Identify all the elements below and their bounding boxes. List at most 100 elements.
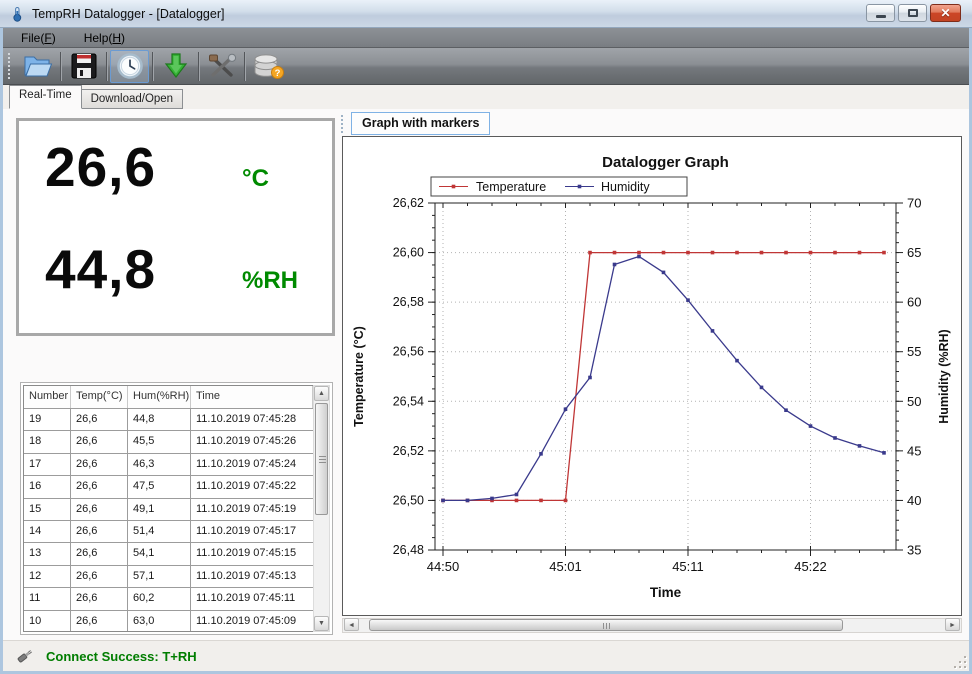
datalogger-chart: Datalogger Graph26,4826,5026,5226,5426,5… xyxy=(343,137,961,615)
toolbar-separator xyxy=(244,52,245,81)
maximize-icon xyxy=(908,9,918,17)
svg-text:26,52: 26,52 xyxy=(393,444,424,458)
svg-text:26,60: 26,60 xyxy=(393,246,424,260)
realtime-clock-button[interactable] xyxy=(110,50,149,83)
tab-download-open[interactable]: Download/Open xyxy=(82,89,183,109)
table-cell: 11.10.2019 07:45:28 xyxy=(191,409,313,430)
table-row[interactable]: 1826,645,511.10.2019 07:45:26 xyxy=(24,431,313,453)
chart-scrollbar-thumb[interactable] xyxy=(369,619,843,631)
humidity-value: 44,8 xyxy=(45,237,156,301)
temperature-unit: °C xyxy=(242,165,308,193)
svg-text:26,54: 26,54 xyxy=(393,394,424,408)
chart-panel: Datalogger Graph26,4826,5026,5226,5426,5… xyxy=(342,136,962,616)
app-icon xyxy=(9,6,25,22)
svg-text:45:11: 45:11 xyxy=(672,559,704,574)
resize-grip[interactable] xyxy=(954,656,966,668)
svg-text:26,50: 26,50 xyxy=(393,493,424,507)
minimize-button[interactable] xyxy=(866,4,895,22)
toolbar: ? xyxy=(3,48,969,85)
svg-text:35: 35 xyxy=(907,543,921,558)
main-content: 26,6 °C 44,8 %RH NumberTemp(°C)Hum(%RH)T… xyxy=(3,109,969,640)
table-cell: 11.10.2019 07:45:24 xyxy=(191,454,313,475)
table-header-row: NumberTemp(°C)Hum(%RH)Time xyxy=(24,386,313,409)
svg-text:44:50: 44:50 xyxy=(427,559,460,574)
toolbar-grip[interactable] xyxy=(8,53,13,79)
table-row[interactable]: 1926,644,811.10.2019 07:45:28 xyxy=(24,409,313,431)
column-header[interactable]: Hum(%RH) xyxy=(128,386,191,408)
svg-text:Datalogger Graph: Datalogger Graph xyxy=(602,154,729,171)
clock-icon xyxy=(115,52,145,80)
connector-plug-icon xyxy=(16,647,35,665)
svg-text:?: ? xyxy=(274,68,280,79)
save-button[interactable] xyxy=(64,50,103,83)
table-cell: 11.10.2019 07:45:22 xyxy=(191,476,313,497)
table-cell: 17 xyxy=(24,454,71,475)
menu-item-help[interactable]: Help(H) xyxy=(84,31,125,45)
tools-icon xyxy=(206,52,238,80)
graph-toolbar: Graph with markers xyxy=(341,112,490,135)
table-cell: 54,1 xyxy=(128,543,191,564)
table-scrollbar[interactable]: ▲ ▼ xyxy=(313,385,330,632)
toolbar-separator xyxy=(106,52,107,81)
table-row[interactable]: 1426,651,411.10.2019 07:45:17 xyxy=(24,521,313,543)
svg-text:26,56: 26,56 xyxy=(393,345,424,359)
table-row[interactable]: 1326,654,111.10.2019 07:45:15 xyxy=(24,543,313,565)
scroll-down-icon[interactable]: ▼ xyxy=(314,616,329,631)
svg-text:45:22: 45:22 xyxy=(794,559,827,574)
table-scrollbar-thumb[interactable] xyxy=(315,403,328,515)
table-cell: 26,6 xyxy=(71,431,128,452)
graph-toolbar-grip[interactable] xyxy=(341,115,345,133)
open-file-button[interactable] xyxy=(18,50,57,83)
table-row[interactable]: 1226,657,111.10.2019 07:45:13 xyxy=(24,566,313,588)
table-cell: 11.10.2019 07:45:17 xyxy=(191,521,313,542)
svg-text:45: 45 xyxy=(907,443,921,458)
scroll-right-icon[interactable]: ► xyxy=(945,618,960,631)
close-icon: ✕ xyxy=(940,6,950,20)
table-row[interactable]: 1126,660,211.10.2019 07:45:11 xyxy=(24,588,313,610)
column-header[interactable]: Number xyxy=(24,386,71,408)
table-cell: 47,5 xyxy=(128,476,191,497)
svg-text:50: 50 xyxy=(907,394,921,409)
column-header[interactable]: Temp(°C) xyxy=(71,386,128,408)
table-row[interactable]: 1026,663,011.10.2019 07:45:09 xyxy=(24,611,313,632)
status-message: Connect Success: T+RH xyxy=(46,649,197,664)
table-cell: 46,3 xyxy=(128,454,191,475)
table-cell: 45,5 xyxy=(128,431,191,452)
download-button[interactable] xyxy=(156,50,195,83)
table-cell: 44,8 xyxy=(128,409,191,430)
table-cell: 26,6 xyxy=(71,409,128,430)
table-cell: 60,2 xyxy=(128,588,191,609)
humidity-series-line xyxy=(443,257,884,501)
graph-with-markers-button[interactable]: Graph with markers xyxy=(351,112,490,135)
app-window: TempRH Datalogger - [Datalogger] ✕ File(… xyxy=(0,0,972,674)
table-row[interactable]: 1626,647,511.10.2019 07:45:22 xyxy=(24,476,313,498)
window-title: TempRH Datalogger - [Datalogger] xyxy=(32,7,224,21)
table-cell: 11.10.2019 07:45:19 xyxy=(191,499,313,520)
table-cell: 26,6 xyxy=(71,476,128,497)
table-cell: 49,1 xyxy=(128,499,191,520)
svg-text:60: 60 xyxy=(907,295,921,310)
table-row[interactable]: 1726,646,311.10.2019 07:45:24 xyxy=(24,454,313,476)
table-cell: 11.10.2019 07:45:26 xyxy=(191,431,313,452)
temperature-value: 26,6 xyxy=(45,135,156,199)
scroll-left-icon[interactable]: ◄ xyxy=(344,618,359,631)
svg-text:Temperature (°C): Temperature (°C) xyxy=(352,326,366,427)
settings-button[interactable] xyxy=(202,50,241,83)
table-cell: 26,6 xyxy=(71,499,128,520)
menu-item-file[interactable]: File(F) xyxy=(21,31,56,45)
table-cell: 11.10.2019 07:45:09 xyxy=(191,611,313,632)
database-help-button[interactable]: ? xyxy=(248,50,287,83)
table-cell: 14 xyxy=(24,521,71,542)
maximize-button[interactable] xyxy=(898,4,927,22)
tab-real-time[interactable]: Real-Time xyxy=(9,85,82,109)
chart-horizontal-scrollbar[interactable]: ◄ ► xyxy=(342,618,962,633)
scroll-up-icon[interactable]: ▲ xyxy=(314,386,329,401)
table-cell: 51,4 xyxy=(128,521,191,542)
close-button[interactable]: ✕ xyxy=(930,4,961,22)
temperature-series-line xyxy=(443,253,884,501)
table-cell: 26,6 xyxy=(71,521,128,542)
table-row[interactable]: 1526,649,111.10.2019 07:45:19 xyxy=(24,499,313,521)
data-table: NumberTemp(°C)Hum(%RH)Time1926,644,811.1… xyxy=(23,385,313,632)
status-bar: Connect Success: T+RH xyxy=(3,640,969,671)
column-header[interactable]: Time xyxy=(191,386,313,408)
